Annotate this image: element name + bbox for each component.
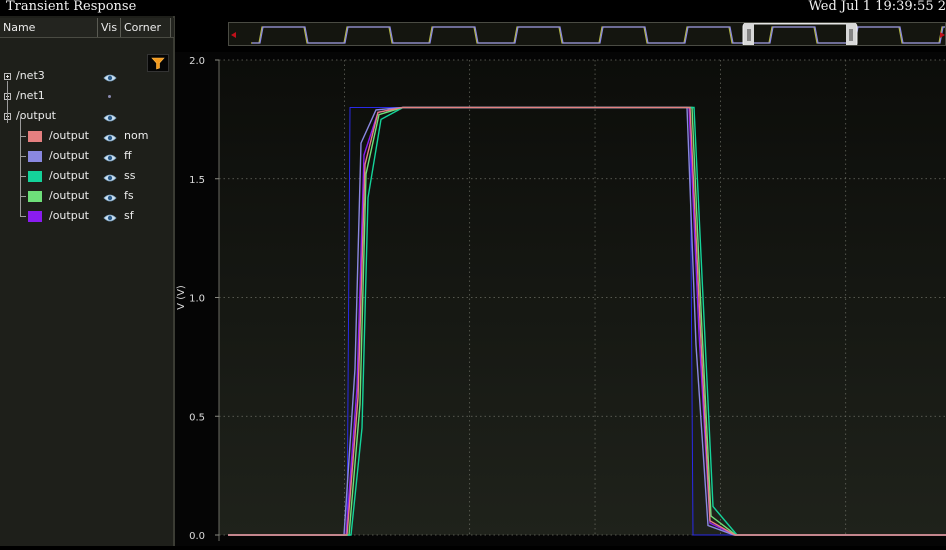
tree-row-output-ff[interactable]: /output ff xyxy=(0,147,174,165)
tree-row-net3[interactable]: /net3 xyxy=(0,67,174,85)
eye-icon xyxy=(103,154,117,162)
window-title: Transient Response xyxy=(6,0,137,14)
tree-row-output-ss[interactable]: /output ss xyxy=(0,167,174,185)
visibility-toggle[interactable] xyxy=(103,191,117,202)
corner-label: ss xyxy=(124,169,136,182)
clock: Wed Jul 1 19:39:55 2 xyxy=(808,0,946,14)
visibility-toggle[interactable] xyxy=(103,71,117,82)
visibility-toggle[interactable] xyxy=(103,211,117,222)
tree-row-net1[interactable]: /net1 xyxy=(0,87,174,105)
waveform-chart: 2.0 1.5 1.0 0.5 0.0 V (V) xyxy=(175,52,946,546)
tree-row-output-sf[interactable]: /output sf xyxy=(0,207,174,225)
tree-row-output[interactable]: /output xyxy=(0,107,174,125)
visibility-toggle[interactable] xyxy=(103,171,117,182)
y-tick-label: 2.0 xyxy=(189,56,205,67)
eye-icon xyxy=(103,114,117,122)
waveform-plot[interactable]: 2.0 1.5 1.0 0.5 0.0 V (V) xyxy=(175,52,946,546)
y-tick-label: 1.5 xyxy=(189,175,205,186)
corner-label: sf xyxy=(124,209,134,222)
title-bar: Transient Response Wed Jul 1 19:39:55 2 xyxy=(0,0,946,16)
trace-label: /output xyxy=(49,149,89,162)
expand-icon[interactable] xyxy=(4,73,11,80)
eye-icon xyxy=(103,74,117,82)
eye-icon xyxy=(103,174,117,182)
trace-label: /output xyxy=(49,209,89,222)
tree-label: /output xyxy=(16,109,56,122)
signal-browser-panel: Name Vis Corner /net3/net1/output/output… xyxy=(0,16,175,546)
tree-branch-line xyxy=(20,117,21,216)
color-swatch[interactable] xyxy=(28,131,42,142)
tree-row-output-nom[interactable]: /output nom xyxy=(0,127,174,145)
column-header: Name Vis Corner xyxy=(0,18,174,38)
tree-row-output-fs[interactable]: /output fs xyxy=(0,187,174,205)
overview-strip[interactable] xyxy=(228,22,946,46)
color-swatch[interactable] xyxy=(28,171,42,182)
tree-connector xyxy=(20,216,26,217)
eye-icon xyxy=(103,134,117,142)
visibility-toggle[interactable] xyxy=(103,111,117,122)
eye-icon xyxy=(103,214,117,222)
y-tick-label: 0.0 xyxy=(189,531,205,542)
tree-label: /net3 xyxy=(16,69,45,82)
tree-root-line xyxy=(7,81,8,123)
eye-icon xyxy=(103,194,117,202)
corner-label: fs xyxy=(124,189,134,202)
visibility-toggle[interactable] xyxy=(108,95,111,98)
color-swatch[interactable] xyxy=(28,211,42,222)
tree-label: /net1 xyxy=(16,89,45,102)
trace-label: /output xyxy=(49,169,89,182)
y-axis-label: V (V) xyxy=(176,285,187,310)
column-name[interactable]: Name xyxy=(0,18,98,37)
overview-waveform xyxy=(229,23,945,45)
visibility-toggle[interactable] xyxy=(103,131,117,142)
column-corner[interactable]: Corner xyxy=(121,18,171,37)
y-tick-label: 0.5 xyxy=(189,412,205,423)
column-vis[interactable]: Vis xyxy=(98,18,121,37)
trace-label: /output xyxy=(49,189,89,202)
trace-label: /output xyxy=(49,129,89,142)
corner-label: ff xyxy=(124,149,132,162)
color-swatch[interactable] xyxy=(28,191,42,202)
corner-label: nom xyxy=(124,129,149,142)
visibility-toggle[interactable] xyxy=(103,151,117,162)
y-tick-label: 1.0 xyxy=(189,294,205,305)
color-swatch[interactable] xyxy=(28,151,42,162)
